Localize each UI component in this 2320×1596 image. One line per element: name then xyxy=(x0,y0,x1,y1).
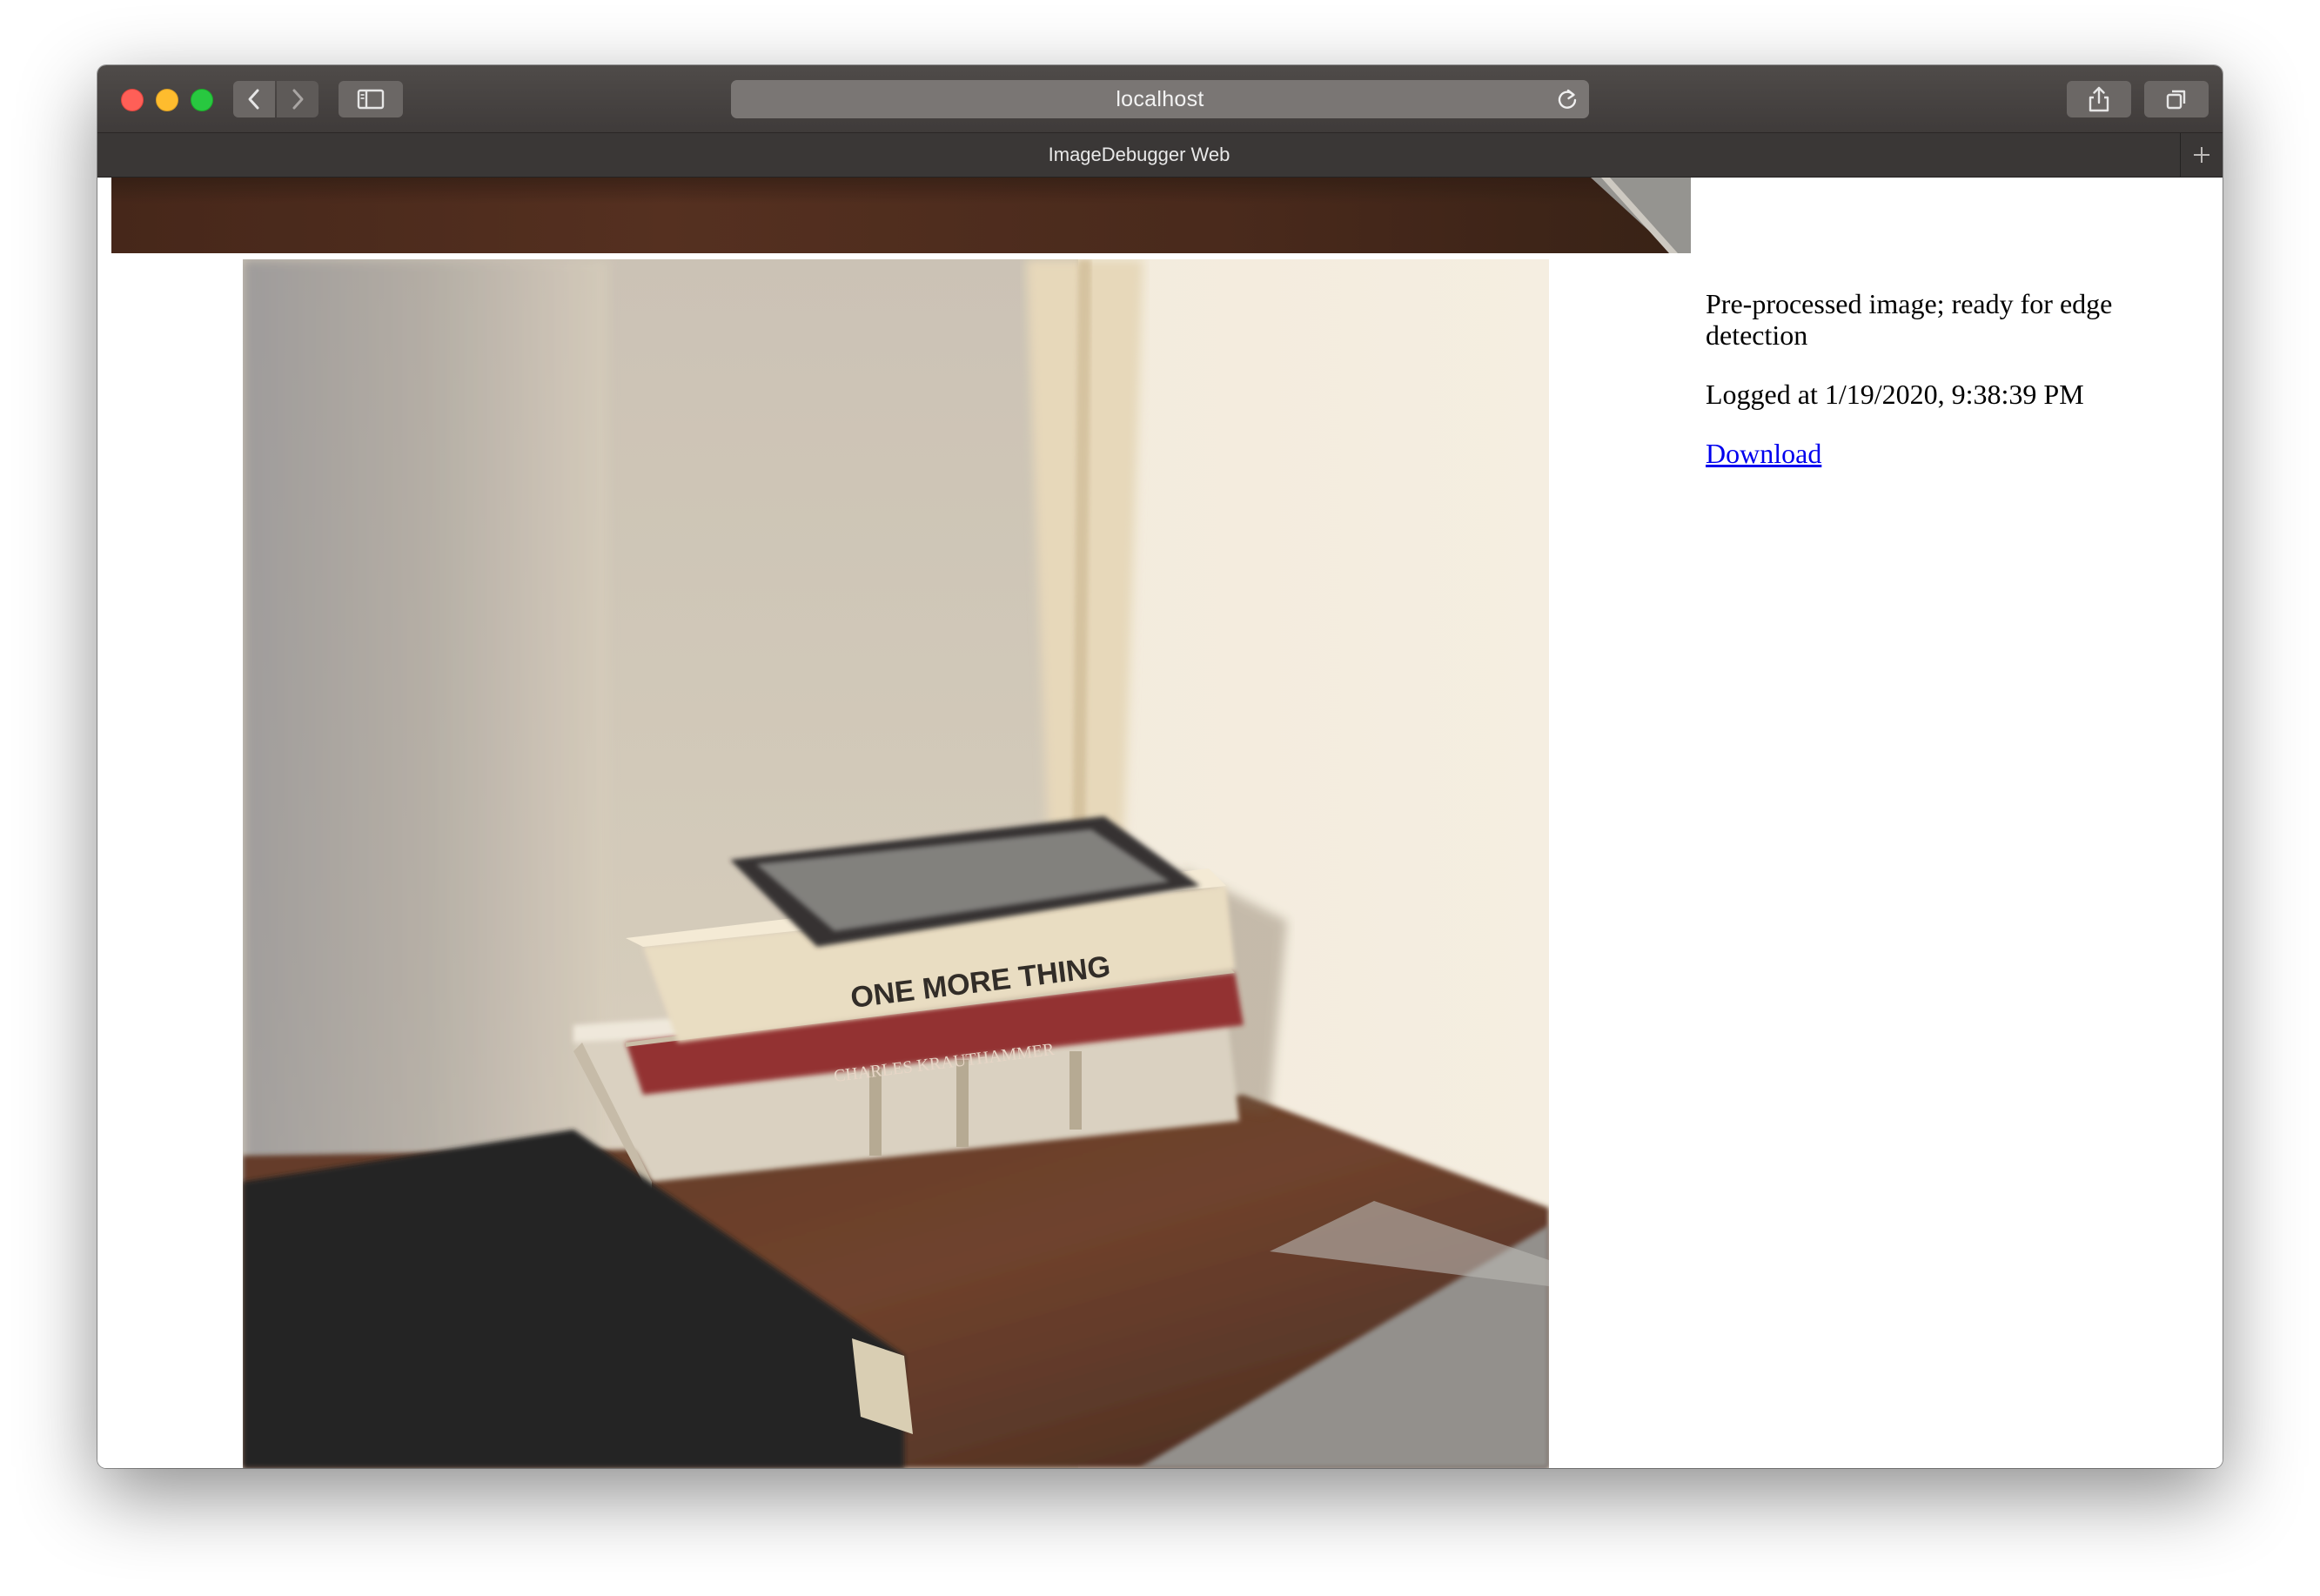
log-entry-details: Pre-processed image; ready for edge dete… xyxy=(1706,288,2158,497)
forward-button[interactable] xyxy=(277,81,318,117)
browser-window: localhost ImageDebugger Web CHARLES KRAU… xyxy=(97,65,2223,1468)
tab-bar: ImageDebugger Web xyxy=(97,133,2223,178)
tabs-overview-icon xyxy=(2166,90,2186,110)
reload-icon[interactable] xyxy=(1556,88,1579,111)
share-button[interactable] xyxy=(2067,81,2131,117)
new-tab-icon xyxy=(2194,147,2209,163)
previous-logged-image xyxy=(111,178,1691,253)
image-description: Pre-processed image; ready for edge dete… xyxy=(1706,288,2113,351)
address-bar-url: localhost xyxy=(1116,86,1204,111)
browser-toolbar: localhost xyxy=(97,65,2223,133)
sidebar-toggle-button[interactable] xyxy=(339,81,403,117)
tab-overview-button[interactable] xyxy=(2144,81,2209,117)
download-link[interactable]: Download xyxy=(1706,438,1821,469)
page-content: CHARLES KRAUTHAMMER ONE MORE THING Pre-p… xyxy=(97,178,2223,1468)
maximize-window-button[interactable] xyxy=(191,89,213,111)
screen: localhost ImageDebugger Web CHARLES KRAU… xyxy=(0,0,2320,1596)
back-button[interactable] xyxy=(233,81,275,117)
minimize-window-button[interactable] xyxy=(156,89,178,111)
logged-image: CHARLES KRAUTHAMMER ONE MORE THING xyxy=(243,259,1549,1468)
back-icon xyxy=(248,89,259,110)
sidebar-icon xyxy=(357,89,385,110)
close-window-button[interactable] xyxy=(121,89,144,111)
log-timestamp: Logged at 1/19/2020, 9:38:39 PM xyxy=(1706,379,2084,410)
address-bar[interactable]: localhost xyxy=(731,80,1589,118)
share-icon xyxy=(2089,86,2109,112)
new-tab-button[interactable] xyxy=(2180,133,2223,177)
tab-active[interactable]: ImageDebugger Web xyxy=(97,133,2181,177)
forward-icon xyxy=(292,89,304,110)
